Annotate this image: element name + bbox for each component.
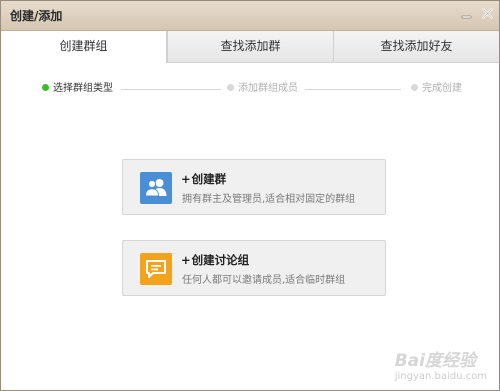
group-people-icon <box>140 172 172 204</box>
step-dot-icon <box>411 84 418 91</box>
step-label: 完成创建 <box>422 83 462 94</box>
option-title: +创建讨论组 <box>181 253 250 267</box>
create-discussion-option[interactable]: +创建讨论组 任何人都可以邀请成员,适合临时群组 <box>122 240 386 296</box>
step-select-type: 选择群组类型 <box>42 81 113 97</box>
close-icon <box>482 8 493 19</box>
step-label: 选择群组类型 <box>53 83 113 94</box>
window-title: 创建/添加 <box>10 9 63 23</box>
title-bar[interactable]: 创建/添加 <box>1 1 499 31</box>
option-title: +创建群 <box>181 172 227 186</box>
step-add-members: 添加群组成员 <box>227 81 298 97</box>
minimize-button[interactable] <box>461 8 472 19</box>
step-complete: 完成创建 <box>411 81 462 97</box>
watermark-text: Bai度经验 <box>394 351 476 371</box>
tab-create-group[interactable]: 创建群组 <box>1 31 167 63</box>
option-description: 拥有群主及管理员,适合相对固定的群组 <box>182 194 356 205</box>
tab-find-friend[interactable]: 查找添加好友 <box>333 31 499 62</box>
chat-bubble-icon <box>140 253 172 285</box>
step-connector <box>121 89 221 90</box>
create-group-option[interactable]: +创建群 拥有群主及管理员,适合相对固定的群组 <box>122 159 386 215</box>
step-dot-icon <box>227 84 234 91</box>
tab-find-group[interactable]: 查找添加群 <box>167 31 333 62</box>
step-connector <box>305 89 401 90</box>
step-label: 添加群组成员 <box>238 83 298 94</box>
minimize-icon <box>461 15 472 19</box>
step-indicator: 选择群组类型 添加群组成员 完成创建 <box>1 81 499 97</box>
step-dot-active-icon <box>42 84 49 91</box>
close-button[interactable] <box>482 8 493 19</box>
watermark-subtext: jingyan.baidu.com <box>394 371 487 382</box>
option-description: 任何人都可以邀请成员,适合临时群组 <box>182 275 346 286</box>
tab-bar: 创建群组 查找添加群 查找添加好友 <box>1 31 499 63</box>
create-add-window: 创建/添加 创建群组 查找添加群 查找添加好友 选择群组类型 添加群组成员 完成… <box>0 0 500 391</box>
window-controls <box>461 8 493 19</box>
watermark: Bai度经验 jingyan.baidu.com <box>395 346 487 382</box>
